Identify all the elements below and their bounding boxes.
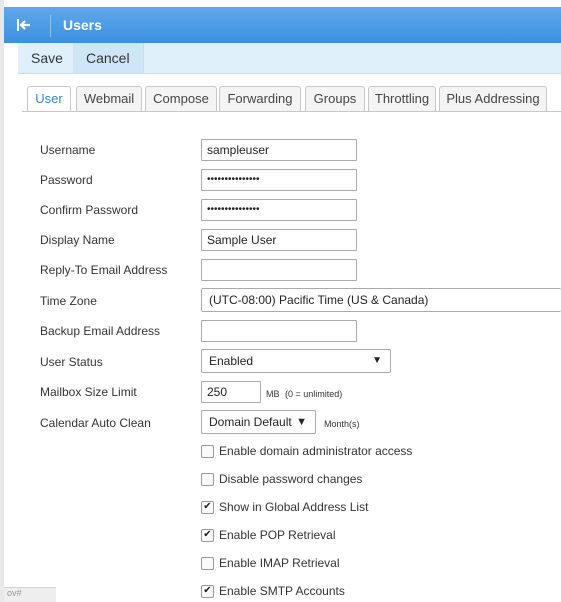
checkbox-label: Disable password changes	[219, 472, 363, 486]
user-status-value: Enabled	[209, 354, 254, 368]
checkbox-imap-retrieval[interactable]: Enable IMAP Retrieval	[201, 555, 340, 571]
save-button[interactable]: Save	[18, 43, 77, 73]
checkbox-label: Enable domain administrator access	[219, 444, 413, 458]
toolbar: Save Cancel	[18, 43, 561, 74]
mailbox-size-unit: MB	[266, 389, 280, 399]
calendar-clean-select[interactable]: Domain Default ▼	[201, 410, 316, 434]
dropdown-arrow-icon: ▼	[372, 355, 382, 366]
checkbox-unchecked-icon[interactable]	[201, 556, 214, 570]
header-separator	[50, 15, 51, 37]
dropdown-arrow-icon: ▼	[296, 416, 307, 428]
checkmark-icon[interactable]: ✔	[201, 584, 214, 598]
time-zone-label: Time Zone	[40, 294, 97, 308]
checkmark-icon[interactable]: ✔	[201, 528, 214, 542]
reply-to-label: Reply-To Email Address	[40, 263, 168, 277]
tab-plus-addressing[interactable]: Plus Addressing	[439, 86, 547, 111]
checkmark-icon[interactable]: ✔	[201, 500, 214, 514]
confirm-password-label: Confirm Password	[40, 203, 139, 217]
cancel-button[interactable]: Cancel	[73, 43, 144, 73]
checkbox-smtp-accounts[interactable]: ✔ Enable SMTP Accounts	[201, 583, 345, 599]
username-field[interactable]: sampleuser	[201, 139, 357, 161]
display-name-field[interactable]: Sample User	[201, 229, 357, 251]
header-bar: Users	[4, 7, 561, 43]
checkbox-domain-admin[interactable]: Enable domain administrator access	[201, 443, 412, 459]
checkbox-disable-password[interactable]: Disable password changes	[201, 471, 362, 487]
calendar-clean-value: Domain Default	[209, 415, 292, 429]
tab-groups[interactable]: Groups	[305, 86, 365, 111]
tab-compose[interactable]: Compose	[145, 86, 217, 111]
users-window: Users Save Cancel User Webmail Compose F…	[4, 0, 561, 602]
time-zone-value: (UTC-08:00) Pacific Time (US & Canada)	[209, 293, 429, 307]
checkbox-label: Enable POP Retrieval	[219, 528, 336, 542]
backup-email-field[interactable]	[201, 320, 357, 342]
reply-to-field[interactable]	[201, 259, 357, 281]
collapse-left-icon[interactable]	[4, 7, 44, 43]
user-status-select[interactable]: Enabled ▼	[201, 349, 391, 373]
mailbox-size-field[interactable]: 250	[201, 381, 261, 403]
checkbox-label: Enable IMAP Retrieval	[219, 556, 340, 570]
checkbox-global-address[interactable]: ✔ Show in Global Address List	[201, 499, 368, 515]
backup-email-label: Backup Email Address	[40, 324, 161, 338]
page-title: Users	[63, 17, 102, 33]
mailbox-size-label: Mailbox Size Limit	[40, 385, 137, 399]
status-bar: ov#	[4, 587, 56, 602]
confirm-password-field[interactable]: •••••••••••••••	[201, 199, 357, 221]
time-zone-select[interactable]: (UTC-08:00) Pacific Time (US & Canada)	[201, 288, 561, 312]
checkbox-label: Enable SMTP Accounts	[219, 584, 345, 598]
tab-throttling[interactable]: Throttling	[368, 86, 436, 111]
password-label: Password	[40, 173, 93, 187]
password-field[interactable]: •••••••••••••••	[201, 169, 357, 191]
tab-divider	[22, 111, 561, 112]
tab-user[interactable]: User	[27, 86, 71, 112]
tab-forwarding[interactable]: Forwarding	[219, 86, 301, 111]
user-status-label: User Status	[40, 355, 103, 369]
tab-webmail[interactable]: Webmail	[76, 86, 142, 111]
checkbox-unchecked-icon[interactable]	[201, 472, 214, 486]
mailbox-size-hint: (0 = unlimited)	[285, 389, 343, 399]
calendar-clean-label: Calendar Auto Clean	[40, 416, 151, 430]
calendar-clean-unit: Month(s)	[324, 419, 360, 429]
display-name-label: Display Name	[40, 233, 115, 247]
username-label: Username	[40, 143, 96, 157]
checkbox-label: Show in Global Address List	[219, 500, 369, 514]
checkbox-unchecked-icon[interactable]	[201, 444, 214, 458]
checkbox-pop-retrieval[interactable]: ✔ Enable POP Retrieval	[201, 527, 336, 543]
